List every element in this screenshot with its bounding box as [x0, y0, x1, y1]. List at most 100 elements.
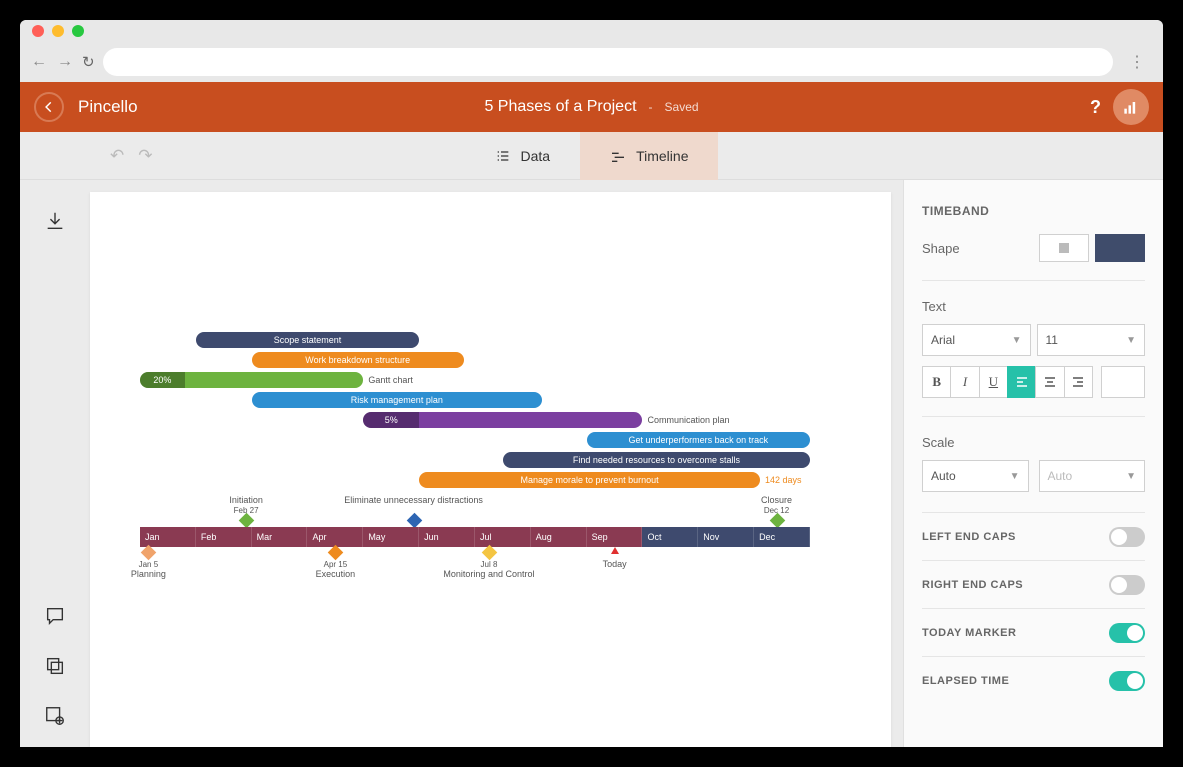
- align-right-button[interactable]: [1064, 366, 1093, 398]
- back-icon[interactable]: ←: [30, 53, 48, 71]
- shape-label: Shape: [922, 241, 960, 256]
- milestone-label: ClosureDec 12: [761, 495, 792, 515]
- month-cell: Aug: [531, 527, 587, 547]
- window-minimize[interactable]: [52, 25, 64, 37]
- gantt-bar[interactable]: Risk management plan: [252, 392, 542, 408]
- document-title-area: 5 Phases of a Project - Saved: [484, 98, 698, 116]
- month-cell: Sep: [587, 527, 643, 547]
- tab-data-label: Data: [521, 148, 551, 164]
- text-color-picker[interactable]: [1101, 366, 1145, 398]
- milestone-label: InitiationFeb 27: [229, 495, 263, 515]
- font-family-select[interactable]: Arial ▼: [922, 324, 1031, 356]
- month-cell: May: [363, 527, 419, 547]
- scale-primary-select[interactable]: Auto ▼: [922, 460, 1029, 492]
- milestone-diamond[interactable]: [406, 513, 422, 529]
- document-title[interactable]: 5 Phases of a Project: [484, 98, 636, 116]
- profile-button[interactable]: [1113, 89, 1149, 125]
- progress-fill: 20%: [140, 372, 185, 388]
- month-cell: Feb: [196, 527, 252, 547]
- underline-button[interactable]: U: [979, 366, 1008, 398]
- align-center-button[interactable]: [1035, 366, 1064, 398]
- month-cell: Dec: [754, 527, 810, 547]
- left-rail: [20, 180, 90, 747]
- scale-secondary-select[interactable]: Auto ▼: [1039, 460, 1146, 492]
- today-marker-label: TODAY MARKER: [922, 627, 1016, 639]
- month-cell: Jun: [419, 527, 475, 547]
- font-value: Arial: [931, 333, 955, 347]
- app-header: Pincello 5 Phases of a Project - Saved ?: [20, 82, 1163, 132]
- milestone-diamond[interactable]: [328, 545, 344, 561]
- today-marker-toggle[interactable]: [1109, 623, 1145, 643]
- tab-data[interactable]: Data: [465, 132, 581, 180]
- timeline-icon: [610, 148, 626, 164]
- milestone-label: Today: [603, 559, 627, 569]
- timeband[interactable]: JanFebMarAprMayJunJulAugSepOctNovDec: [140, 527, 810, 547]
- milestone-label: Eliminate unnecessary distractions: [344, 495, 483, 505]
- forward-icon[interactable]: →: [56, 53, 74, 71]
- elapsed-time-toggle[interactable]: [1109, 671, 1145, 691]
- tab-timeline-label: Timeline: [636, 148, 688, 164]
- scale-label: Scale: [922, 435, 1145, 450]
- timeline-canvas[interactable]: Scope statement Work breakdown structure 2…: [90, 192, 891, 747]
- back-button[interactable]: [34, 92, 64, 122]
- bar-label: Communication plan: [648, 415, 730, 425]
- browser-menu-icon[interactable]: ⋮: [1121, 52, 1153, 72]
- milestone-label: Jul 8Monitoring and Control: [443, 559, 534, 579]
- milestone-diamond[interactable]: [239, 513, 255, 529]
- today-marker: [611, 547, 619, 554]
- gantt-bar[interactable]: Get underperformers back on track: [587, 432, 810, 448]
- redo-icon[interactable]: ↷: [138, 146, 152, 166]
- comment-button[interactable]: [44, 605, 66, 627]
- right-caps-toggle[interactable]: [1109, 575, 1145, 595]
- tab-timeline[interactable]: Timeline: [580, 132, 718, 180]
- shape-bar-option[interactable]: [1095, 234, 1145, 262]
- milestone-label: Jan 5Planning: [131, 559, 166, 579]
- divider: [922, 416, 1145, 417]
- shape-square-option[interactable]: [1039, 234, 1089, 262]
- section-timeband-title: TIMEBAND: [922, 204, 1145, 218]
- gantt-bar[interactable]: Scope statement: [196, 332, 419, 348]
- font-size-select[interactable]: 11 ▼: [1037, 324, 1146, 356]
- milestone-diamond[interactable]: [141, 545, 157, 561]
- left-caps-label: LEFT END CAPS: [922, 531, 1016, 543]
- copy-button[interactable]: [44, 655, 66, 677]
- window-maximize[interactable]: [72, 25, 84, 37]
- settings-button[interactable]: [44, 705, 66, 727]
- font-size-value: 11: [1046, 333, 1058, 347]
- align-left-icon: [1016, 376, 1028, 388]
- elapsed-time-label: ELAPSED TIME: [922, 675, 1009, 687]
- right-caps-label: RIGHT END CAPS: [922, 579, 1023, 591]
- bold-button[interactable]: B: [922, 366, 951, 398]
- month-cell: Oct: [642, 527, 698, 547]
- align-center-icon: [1044, 376, 1056, 388]
- browser-toolbar: ← → ↻ ⋮: [20, 42, 1163, 82]
- left-caps-toggle[interactable]: [1109, 527, 1145, 547]
- gantt-bar[interactable]: Find needed resources to overcome stalls: [503, 452, 810, 468]
- save-status: Saved: [665, 100, 699, 114]
- align-right-icon: [1072, 376, 1084, 388]
- properties-panel: TIMEBAND Shape Text Arial ▼ 11 ▼: [903, 180, 1163, 747]
- align-left-button[interactable]: [1007, 366, 1036, 398]
- view-tabs: ↶ ↷ Data Timeline: [20, 132, 1163, 180]
- italic-button[interactable]: I: [950, 366, 979, 398]
- chevron-down-icon: ▼: [1010, 471, 1020, 482]
- milestone-diamond[interactable]: [769, 513, 785, 529]
- month-cell: Nov: [698, 527, 754, 547]
- reload-icon[interactable]: ↻: [82, 53, 95, 71]
- milestone-diamond[interactable]: [482, 545, 498, 561]
- chevron-down-icon: ▼: [1012, 335, 1022, 346]
- list-icon: [495, 148, 511, 164]
- title-separator: -: [649, 100, 653, 114]
- url-bar[interactable]: [103, 48, 1113, 76]
- gantt-bar[interactable]: Work breakdown structure: [252, 352, 464, 368]
- gantt-bar[interactable]: Manage morale to prevent burnout: [419, 472, 760, 488]
- window-close[interactable]: [32, 25, 44, 37]
- browser-chrome: [20, 20, 1163, 42]
- text-label: Text: [922, 299, 1145, 314]
- download-button[interactable]: [44, 210, 66, 232]
- chevron-down-icon: ▼: [1126, 471, 1136, 482]
- undo-icon[interactable]: ↶: [110, 146, 124, 166]
- scale-value2: Auto: [1048, 469, 1073, 483]
- brand-name: Pincello: [78, 97, 138, 117]
- help-button[interactable]: ?: [1090, 97, 1101, 118]
